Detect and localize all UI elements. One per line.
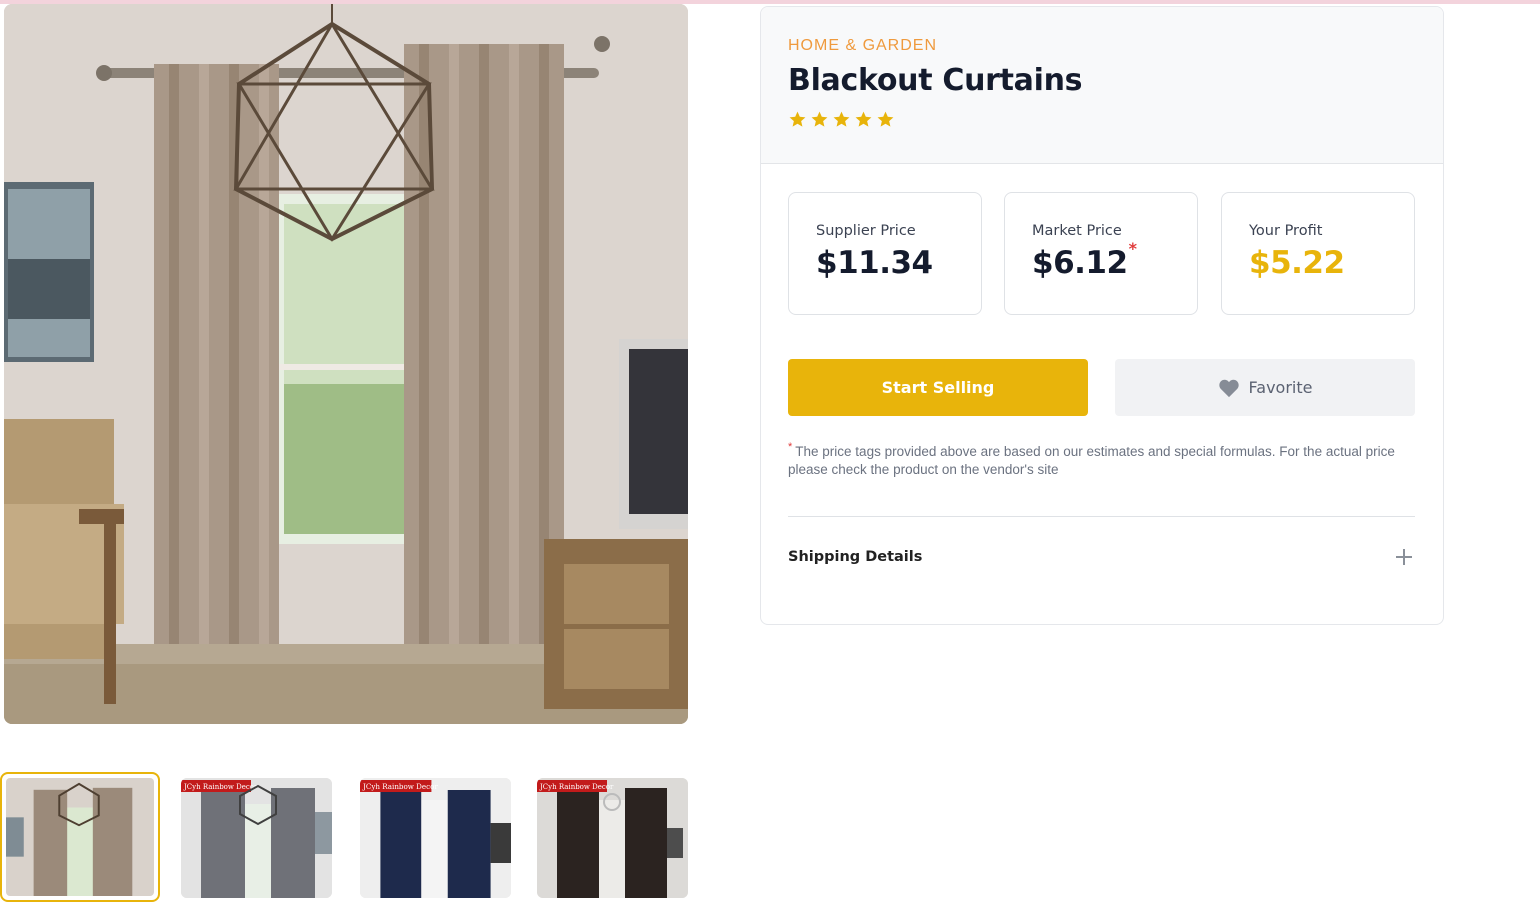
profit-box: Your Profit $5.22	[1221, 192, 1415, 315]
product-header: HOME & GARDEN Blackout Curtains	[761, 7, 1443, 164]
star-icon	[854, 110, 873, 129]
shipping-details-label: Shipping Details	[788, 549, 923, 565]
favorite-label: Favorite	[1248, 378, 1313, 397]
star-icon	[788, 110, 807, 129]
main-product-image	[4, 4, 688, 724]
heart-icon	[1218, 378, 1240, 398]
thumbnail-3[interactable]: JCyh Rainbow Decor	[360, 778, 511, 898]
plus-icon[interactable]	[1393, 546, 1415, 568]
market-price-value: $6.12	[1032, 245, 1128, 281]
supplier-price-box: Supplier Price $11.34	[788, 192, 982, 315]
product-title: Blackout Curtains	[788, 63, 1083, 98]
price-disclaimer: * The price tags provided above are based…	[788, 441, 1418, 479]
product-category[interactable]: HOME & GARDEN	[788, 37, 1416, 55]
supplier-price-value: $11.34	[816, 245, 933, 281]
divider	[788, 516, 1415, 517]
market-price-label: Market Price	[1032, 223, 1122, 239]
star-icon	[810, 110, 829, 129]
market-price-asterisk: *	[1128, 239, 1137, 258]
start-selling-button[interactable]: Start Selling	[788, 359, 1088, 416]
thumbnail-4[interactable]: JCyh Rainbow Decor	[537, 778, 688, 898]
star-icon	[876, 110, 895, 129]
svg-text:JCyh Rainbow Decor: JCyh Rainbow Decor	[539, 783, 614, 791]
shipping-details-toggle[interactable]: Shipping Details	[788, 537, 1415, 577]
svg-text:JCyh Rainbow Decor: JCyh Rainbow Decor	[362, 782, 438, 791]
star-rating	[788, 110, 1416, 129]
market-price-value-wrap: $6.12*	[1032, 239, 1197, 281]
svg-text:JCyh Rainbow Decor: JCyh Rainbow Decor	[183, 783, 258, 791]
product-card: HOME & GARDEN Blackout Curtains Supplier…	[760, 6, 1444, 625]
profit-label: Your Profit	[1249, 223, 1323, 239]
thumbnail-2[interactable]: JCyh Rainbow Decor	[181, 778, 332, 898]
favorite-button[interactable]: Favorite	[1115, 359, 1415, 416]
profit-value: $5.22	[1249, 245, 1345, 281]
star-icon	[832, 110, 851, 129]
disclaimer-asterisk: *	[788, 441, 793, 453]
supplier-price-label: Supplier Price	[816, 223, 916, 239]
disclaimer-text: The price tags provided above are based …	[788, 444, 1395, 477]
market-price-box: Market Price $6.12*	[1004, 192, 1198, 315]
thumbnail-1[interactable]	[0, 772, 160, 902]
